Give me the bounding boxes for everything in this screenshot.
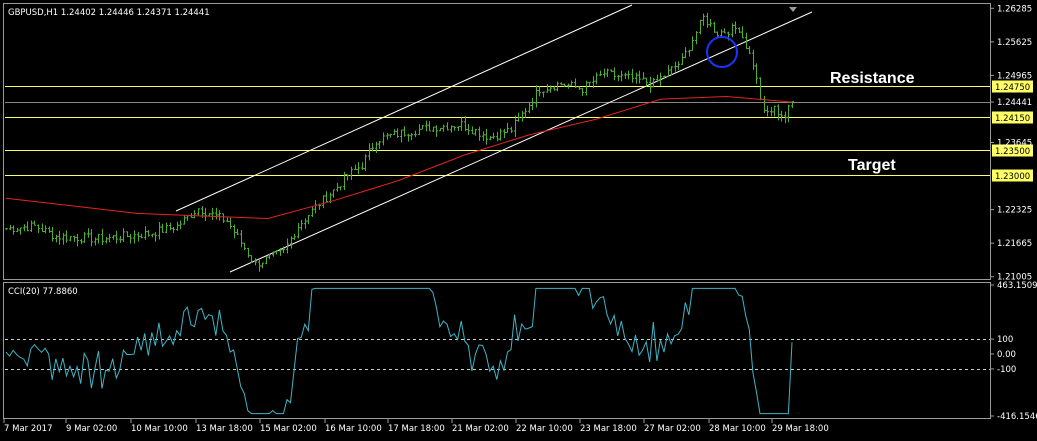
time-tick-label: 29 Mar 18:00 xyxy=(772,424,829,434)
time-tick-label: 15 Mar 02:00 xyxy=(260,424,317,434)
cci-title: CCI(20) 77.8860 xyxy=(8,287,78,297)
time-tick-label: 9 Mar 02:00 xyxy=(66,424,117,434)
price-tick-label: 1.23645 xyxy=(997,139,1032,149)
time-tick-label: 17 Mar 18:00 xyxy=(388,424,445,434)
chart-title: GBPUSD,H1 1.24402 1.24446 1.24371 1.2444… xyxy=(8,8,210,18)
price-tick-label: 1.26285 xyxy=(997,4,1032,14)
price-axis: 1.26285 1.25625 1.24965 1.24441 1.23645 1.223… xyxy=(990,4,1032,283)
time-tick-label: 13 Mar 18:00 xyxy=(196,424,253,434)
level-tag-label: 1.24150 xyxy=(995,114,1030,124)
cci-tick-label: 100 xyxy=(997,335,1013,345)
price-tick-label: 1.24965 xyxy=(997,71,1032,81)
cci-tick-label: 0.00 xyxy=(997,350,1016,360)
time-tick-label: 28 Mar 10:00 xyxy=(709,424,766,434)
level-tag-label: 1.24750 xyxy=(995,83,1030,93)
cci-tick-label: 463.1509 xyxy=(997,281,1037,291)
time-tick-label: 22 Mar 10:00 xyxy=(516,424,573,434)
time-tick-label: 27 Mar 02:00 xyxy=(644,424,701,434)
time-tick-label: 16 Mar 10:00 xyxy=(325,424,382,434)
time-tick-label: 21 Mar 02:00 xyxy=(452,424,509,434)
target-annotation: Target xyxy=(848,157,896,174)
resistance-annotation: Resistance xyxy=(830,70,915,87)
time-tick-label: 10 Mar 10:00 xyxy=(131,424,188,434)
level-tag-label: 1.23000 xyxy=(995,172,1030,182)
trading-chart[interactable]: 1.247501.241501.235001.23000 1.262851.25… xyxy=(0,0,1037,441)
price-tick-label: 1.24441 xyxy=(997,98,1032,108)
chart-background xyxy=(0,0,1037,441)
price-tick-label: 1.22325 xyxy=(997,206,1032,216)
cci-tick-label: -100 xyxy=(997,365,1016,375)
cci-tick-label: -416.1546 xyxy=(997,412,1037,422)
time-tick-label: 7 Mar 2017 xyxy=(4,424,52,434)
price-tick-label: 1.25625 xyxy=(997,38,1032,48)
price-tick-label: 1.21665 xyxy=(997,239,1032,249)
time-tick-label: 23 Mar 18:00 xyxy=(580,424,637,434)
